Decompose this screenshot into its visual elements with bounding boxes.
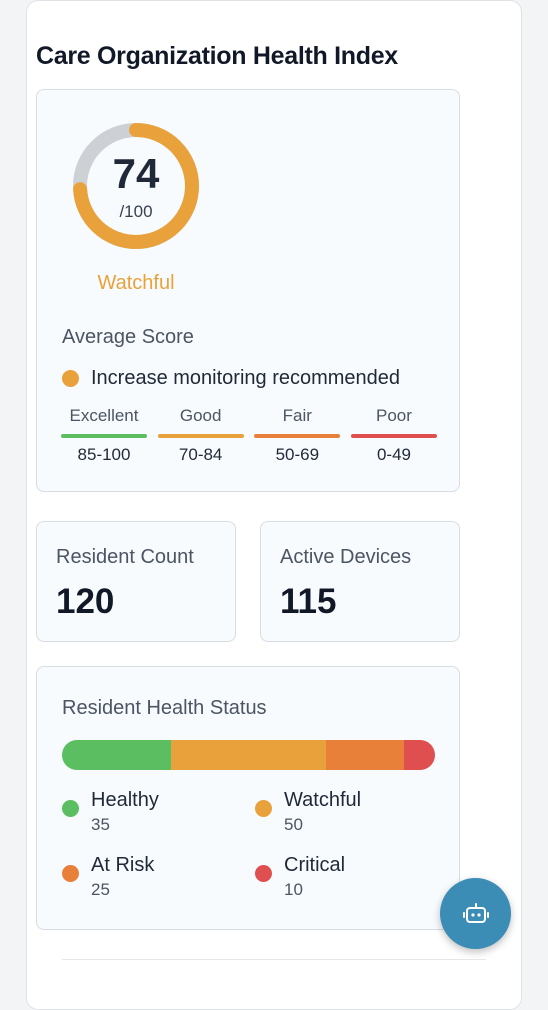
recommendation: Increase monitoring recommended bbox=[62, 367, 400, 390]
score-scale: Excellent 85-100 Good 70-84 Fair 50-69 P… bbox=[61, 406, 437, 465]
scale-range: 85-100 bbox=[77, 445, 131, 464]
critical-dot bbox=[255, 865, 272, 882]
legend-name: Watchful bbox=[284, 789, 362, 811]
legend-name: Healthy bbox=[91, 789, 159, 811]
watchful-dot bbox=[255, 800, 272, 817]
score-value: 74 bbox=[112, 150, 160, 197]
legend-critical: Critical 10 bbox=[255, 854, 425, 904]
scale-bar bbox=[350, 434, 437, 438]
legend-name: Critical bbox=[284, 854, 346, 876]
section-divider bbox=[62, 959, 486, 960]
page-title: Care Organization Health Index bbox=[36, 42, 398, 70]
score-status: Watchful bbox=[97, 272, 175, 294]
scale-bar bbox=[157, 434, 244, 438]
legend-count: 25 bbox=[91, 880, 110, 899]
legend-at-risk: At Risk 25 bbox=[62, 854, 232, 904]
scale-good: Good 70-84 bbox=[157, 406, 244, 465]
scale-poor: Poor 0-49 bbox=[350, 406, 437, 465]
health-index-card: 74 /100 Watchful Average Score Increase … bbox=[36, 89, 460, 492]
health-status-stacked-bar bbox=[62, 740, 435, 770]
legend-healthy: Healthy 35 bbox=[62, 789, 232, 839]
recommendation-text: Increase monitoring recommended bbox=[91, 367, 401, 389]
status-segment-critical bbox=[403, 740, 435, 770]
score-max: /100 bbox=[119, 202, 153, 221]
scale-range: 0-49 bbox=[376, 445, 411, 464]
status-segment-healthy bbox=[62, 740, 171, 770]
healthy-dot bbox=[62, 800, 79, 817]
status-segment-watchful bbox=[170, 740, 327, 770]
score-gauge: 74 /100 bbox=[70, 120, 202, 252]
resident-health-status-card: Resident Health Status Healthy 35 Watchf… bbox=[36, 666, 460, 930]
legend-count: 35 bbox=[91, 815, 110, 834]
average-score-label: Average Score bbox=[62, 326, 194, 348]
legend-watchful: Watchful 50 bbox=[255, 789, 425, 839]
resident-count-label: Resident Count bbox=[56, 546, 194, 568]
resident-count-card: Resident Count 120 bbox=[36, 521, 236, 642]
health-status-title: Resident Health Status bbox=[62, 697, 267, 719]
scale-range: 50-69 bbox=[275, 445, 320, 464]
scale-bar bbox=[254, 434, 341, 438]
assistant-button[interactable] bbox=[440, 878, 511, 949]
legend-name: At Risk bbox=[91, 854, 155, 876]
legend-count: 10 bbox=[284, 880, 303, 899]
legend-count: 50 bbox=[284, 815, 303, 834]
active-devices-card: Active Devices 115 bbox=[260, 521, 460, 642]
active-devices-label: Active Devices bbox=[280, 546, 412, 568]
status-dot bbox=[62, 370, 79, 387]
scale-name: Good bbox=[179, 406, 222, 425]
resident-count-value: 120 bbox=[56, 582, 115, 621]
at-risk-dot bbox=[62, 865, 79, 882]
active-devices-value: 115 bbox=[280, 582, 337, 621]
scale-name: Fair bbox=[282, 406, 312, 425]
scale-fair: Fair 50-69 bbox=[254, 406, 341, 465]
status-segment-at-risk bbox=[326, 740, 404, 770]
scale-bar bbox=[61, 434, 147, 438]
scale-range: 70-84 bbox=[178, 445, 223, 464]
scale-excellent: Excellent 85-100 bbox=[61, 406, 147, 465]
scale-name: Excellent bbox=[69, 406, 139, 425]
scale-name: Poor bbox=[376, 406, 412, 425]
robot-icon bbox=[462, 902, 489, 923]
